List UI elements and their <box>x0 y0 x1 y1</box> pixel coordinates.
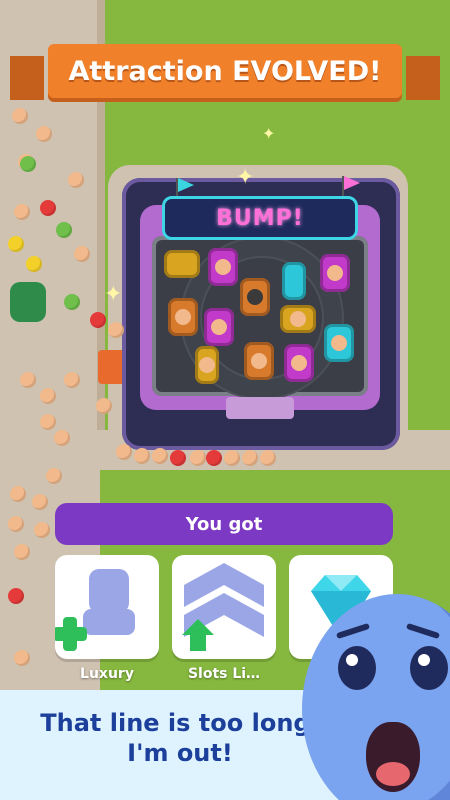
visitor <box>8 516 24 532</box>
reward-label-luxury: Luxury <box>80 666 134 682</box>
mascot-mouth <box>366 722 420 792</box>
sparkle-icon: ✦ <box>262 124 276 143</box>
entrance-stairs <box>226 397 294 419</box>
visitor <box>14 204 30 220</box>
flag-icon <box>344 176 360 190</box>
reward-label-slots: Slots Li… <box>187 666 261 682</box>
visitor <box>68 172 84 188</box>
flag-icon <box>178 178 194 192</box>
bumper-car <box>208 248 238 286</box>
attraction-sign: BUMP! <box>162 196 358 240</box>
reward-header: You got <box>55 503 393 545</box>
visitor <box>108 322 124 338</box>
visitor <box>64 372 80 388</box>
sparkle-icon: ✦ <box>104 282 123 307</box>
visitor <box>20 156 36 172</box>
visitor <box>152 448 168 464</box>
bumper-car <box>195 346 219 384</box>
visitor <box>8 236 24 252</box>
visitor <box>12 108 28 124</box>
evolved-banner: Attraction EVOLVED! <box>48 44 402 98</box>
chevron-upgrade-icon <box>182 563 264 651</box>
visitor <box>170 450 186 466</box>
visitor <box>224 450 240 466</box>
visitor <box>36 126 52 142</box>
mascot-eye <box>410 646 448 690</box>
bush-decoration <box>10 282 46 322</box>
luxury-seat-icon <box>53 569 135 651</box>
visitor <box>34 522 50 538</box>
visitor <box>90 312 106 328</box>
visitor <box>40 200 56 216</box>
visitor <box>64 294 80 310</box>
visitor <box>242 450 258 466</box>
visitor <box>14 544 30 560</box>
reward-card-slots[interactable] <box>172 555 276 659</box>
visitor <box>54 430 70 446</box>
game-scene: BUMP! ✦ ✦ ✦ Attraction EVOLVED! You got … <box>0 0 450 800</box>
bumper-car <box>164 250 200 278</box>
reward-card-luxury[interactable] <box>53 555 159 659</box>
mascot-brow <box>405 622 441 640</box>
visitor <box>40 414 56 430</box>
bumper-car <box>284 344 314 382</box>
visitor <box>46 468 62 484</box>
mascot-eye <box>338 646 376 690</box>
visitor <box>190 450 206 466</box>
visitor <box>8 588 24 604</box>
banner-ribbon-tail <box>10 56 44 100</box>
visitor <box>14 650 30 666</box>
banner-title: Attraction EVOLVED! <box>68 55 382 87</box>
visitor <box>134 448 150 464</box>
visitor <box>74 246 90 262</box>
mascot-brow <box>335 622 371 640</box>
visitor <box>32 494 48 510</box>
bumper-car <box>324 324 354 362</box>
banner-ribbon-tail <box>406 56 440 100</box>
sparkle-icon: ✦ <box>236 165 255 190</box>
attraction-sign-text: BUMP! <box>216 205 304 231</box>
bumper-car <box>240 278 270 316</box>
bumper-car <box>282 262 306 300</box>
visitor <box>96 398 112 414</box>
visitor <box>260 450 276 466</box>
visitor <box>116 444 132 460</box>
bumper-car <box>280 305 316 333</box>
bumper-car <box>320 254 350 292</box>
visitor <box>40 388 56 404</box>
bumper-car <box>204 308 234 346</box>
visitor <box>206 450 222 466</box>
bumper-car <box>168 298 198 336</box>
visitor <box>26 256 42 272</box>
bumper-car <box>244 342 274 380</box>
reward-header-text: You got <box>185 513 263 535</box>
visitor <box>56 222 72 238</box>
visitor <box>20 372 36 388</box>
visitor <box>10 486 26 502</box>
